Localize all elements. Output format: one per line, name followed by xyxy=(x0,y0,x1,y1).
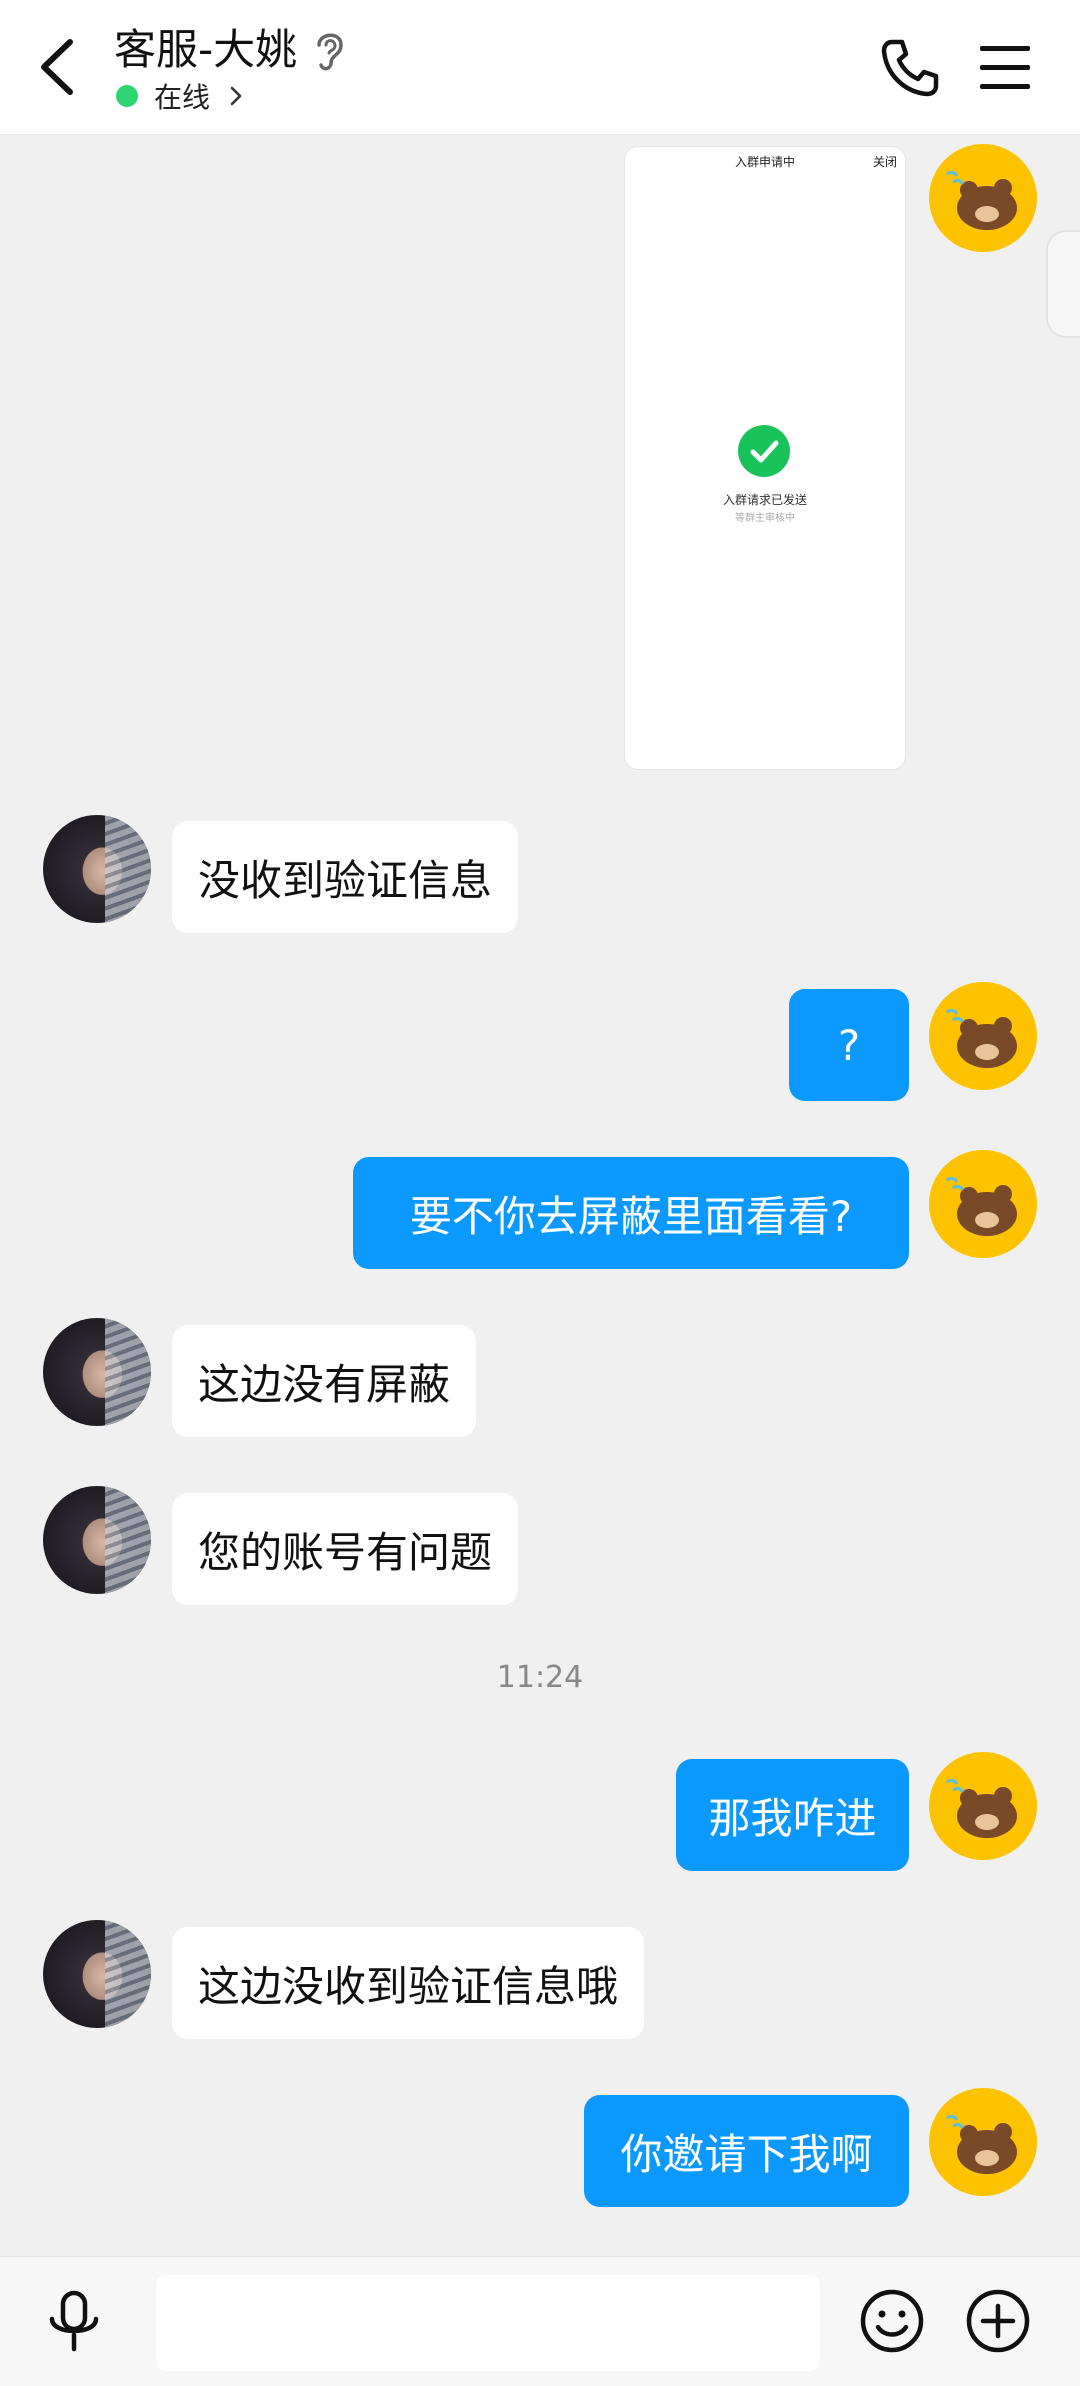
online-dot-icon xyxy=(116,85,138,107)
outgoing-message[interactable]: 你邀请下我啊 xyxy=(584,2095,909,2207)
phone-icon[interactable] xyxy=(878,36,942,100)
bear-icon xyxy=(946,2114,1017,2174)
input-bar xyxy=(0,2256,1080,2386)
outgoing-message[interactable]: ? xyxy=(789,989,909,1101)
contact-name: 客服-大姚 xyxy=(114,25,298,74)
emoji-icon[interactable] xyxy=(858,2287,926,2355)
online-status[interactable]: 在线 xyxy=(116,76,244,116)
message-input[interactable] xyxy=(156,2275,820,2371)
contact-avatar[interactable] xyxy=(43,815,151,923)
outgoing-message[interactable]: 那我咋进 xyxy=(676,1759,909,1871)
image-message[interactable]: 入群申请中 关闭 入群请求已发送 等群主审核中 xyxy=(624,146,906,770)
contact-avatar[interactable] xyxy=(43,1920,151,2028)
chevron-right-icon xyxy=(230,86,242,106)
image-close-text: 关闭 xyxy=(872,155,897,169)
back-arrow-icon[interactable] xyxy=(30,32,86,102)
chat-header: 客服-大姚 在线 xyxy=(0,0,1080,135)
my-avatar[interactable] xyxy=(929,2088,1037,2196)
bear-icon xyxy=(946,170,1017,230)
my-avatar[interactable] xyxy=(929,144,1037,252)
check-icon xyxy=(738,425,790,477)
bear-icon xyxy=(946,1176,1017,1236)
image-line1: 入群请求已发送 xyxy=(722,493,807,507)
image-line2: 等群主审核中 xyxy=(735,513,795,524)
timestamp: 11:24 xyxy=(496,1660,584,1695)
outgoing-message[interactable]: 要不你去屏蔽里面看看? xyxy=(353,1157,909,1269)
contact-avatar[interactable] xyxy=(43,1486,151,1594)
status-text: 在线 xyxy=(154,81,211,114)
title-row[interactable]: 客服-大姚 xyxy=(114,22,349,78)
incoming-message[interactable]: 这边没收到验证信息哦 xyxy=(172,1927,645,2039)
bear-icon xyxy=(946,1008,1017,1068)
side-drawer-handle[interactable] xyxy=(1046,230,1080,338)
bear-icon xyxy=(946,1778,1017,1838)
plus-icon[interactable] xyxy=(964,2287,1032,2355)
incoming-message[interactable]: 这边没有屏蔽 xyxy=(172,1325,477,1437)
ear-icon xyxy=(317,33,343,71)
microphone-icon[interactable] xyxy=(44,2289,104,2355)
my-avatar[interactable] xyxy=(929,1150,1037,1258)
incoming-message[interactable]: 没收到验证信息 xyxy=(172,821,519,933)
my-avatar[interactable] xyxy=(929,982,1037,1090)
incoming-message[interactable]: 您的账号有问题 xyxy=(172,1493,519,1605)
my-avatar[interactable] xyxy=(929,1752,1037,1860)
menu-icon[interactable] xyxy=(976,40,1034,96)
image-top-text: 入群申请中 xyxy=(734,155,795,169)
contact-avatar[interactable] xyxy=(43,1318,151,1426)
